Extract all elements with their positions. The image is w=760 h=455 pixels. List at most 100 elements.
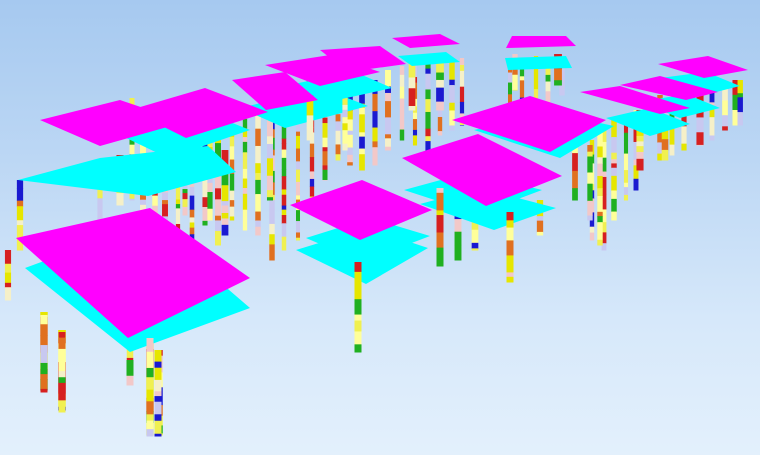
cluster-h[interactable] (402, 134, 562, 281)
borehole-segment (506, 220, 514, 229)
borehole-segment (436, 210, 444, 216)
borehole-segment (146, 367, 154, 378)
borehole-segment (722, 126, 728, 131)
borehole-segment (597, 222, 603, 241)
borehole-segment (309, 171, 315, 180)
borehole-segment (597, 211, 603, 217)
borehole-segment (215, 230, 221, 245)
cluster-e[interactable] (505, 36, 576, 91)
borehole-segment (347, 134, 353, 148)
borehole-segment (636, 151, 644, 160)
borehole-segment (354, 344, 362, 353)
borehole[interactable] (425, 60, 431, 151)
borehole[interactable] (4, 250, 12, 301)
borehole[interactable] (737, 80, 743, 126)
borehole-segment (152, 195, 158, 207)
borehole-segment (182, 193, 188, 200)
borehole-segment (572, 170, 578, 189)
3d-viewport[interactable] (0, 0, 760, 455)
borehole-segment (309, 143, 315, 158)
borehole[interactable] (58, 332, 66, 413)
borehole-segment (295, 232, 301, 239)
borehole-segment (154, 379, 162, 392)
borehole-segment (202, 197, 208, 208)
borehole-segment (454, 219, 462, 233)
borehole[interactable] (255, 105, 261, 236)
borehole-segment (16, 188, 24, 202)
borehole[interactable] (154, 350, 162, 437)
borehole-segment (636, 135, 644, 142)
borehole[interactable] (597, 130, 603, 246)
borehole-segment (436, 215, 444, 233)
borehole[interactable] (372, 80, 378, 166)
borehole-segment (399, 113, 405, 131)
borehole-segment (126, 360, 134, 377)
borehole[interactable] (126, 360, 134, 386)
borehole-segment (572, 188, 578, 201)
borehole-segment (506, 255, 514, 273)
borehole[interactable] (722, 84, 728, 131)
borehole-segment (436, 247, 444, 260)
borehole[interactable] (623, 118, 629, 201)
borehole[interactable] (146, 338, 154, 437)
borehole[interactable] (709, 86, 715, 141)
borehole-scene[interactable] (0, 0, 760, 455)
borehole[interactable] (399, 66, 405, 141)
borehole-segment (722, 100, 728, 116)
borehole[interactable] (385, 70, 391, 151)
borehole-segment (507, 82, 513, 95)
borehole-segment (399, 98, 405, 115)
borehole-segment (545, 81, 551, 92)
borehole[interactable] (40, 315, 48, 393)
borehole[interactable] (436, 188, 444, 267)
borehole-segment (359, 132, 365, 138)
borehole[interactable] (459, 58, 465, 126)
borehole-segment (255, 220, 261, 228)
borehole-segment (58, 360, 66, 372)
borehole-segment (58, 382, 66, 401)
borehole-segment (16, 200, 24, 207)
borehole-segment (269, 244, 275, 261)
top-layer-slab[interactable] (506, 36, 576, 48)
borehole-segment (154, 401, 162, 415)
borehole-segment (255, 115, 261, 130)
borehole-segment (545, 74, 551, 82)
borehole-segment (281, 157, 287, 170)
borehole-segment (242, 193, 248, 211)
borehole-segment (436, 72, 444, 81)
borehole-segment (281, 143, 287, 151)
borehole[interactable] (506, 212, 514, 283)
borehole[interactable] (587, 145, 593, 221)
borehole-segment (385, 117, 391, 135)
borehole-segment (385, 138, 391, 148)
borehole[interactable] (242, 108, 248, 231)
borehole[interactable] (266, 120, 274, 201)
borehole-segment (354, 271, 362, 282)
top-layer-slab[interactable] (658, 56, 748, 78)
borehole-segment (221, 201, 229, 207)
borehole-segment (16, 220, 24, 226)
borehole[interactable] (436, 58, 444, 111)
borehole[interactable] (611, 120, 617, 221)
borehole-segment (623, 194, 629, 201)
borehole-segment (636, 141, 644, 147)
borehole-segment (354, 320, 362, 332)
borehole-segment (255, 145, 261, 164)
borehole-segment (189, 227, 195, 235)
lower-layer-slab[interactable] (505, 56, 572, 70)
borehole-segment (385, 92, 391, 102)
borehole-segment (342, 123, 348, 131)
borehole-segment (623, 187, 629, 196)
borehole-segment (436, 108, 444, 111)
borehole-segment (459, 86, 465, 103)
borehole-segment (322, 165, 328, 171)
borehole-segment (623, 170, 629, 184)
borehole[interactable] (408, 60, 416, 111)
borehole-segment (215, 244, 221, 246)
borehole-segment (399, 86, 405, 100)
borehole[interactable] (354, 262, 362, 353)
borehole-segment (459, 64, 465, 72)
borehole-segment (189, 209, 195, 218)
borehole-segment (215, 220, 221, 232)
top-layer-slab[interactable] (392, 34, 460, 48)
